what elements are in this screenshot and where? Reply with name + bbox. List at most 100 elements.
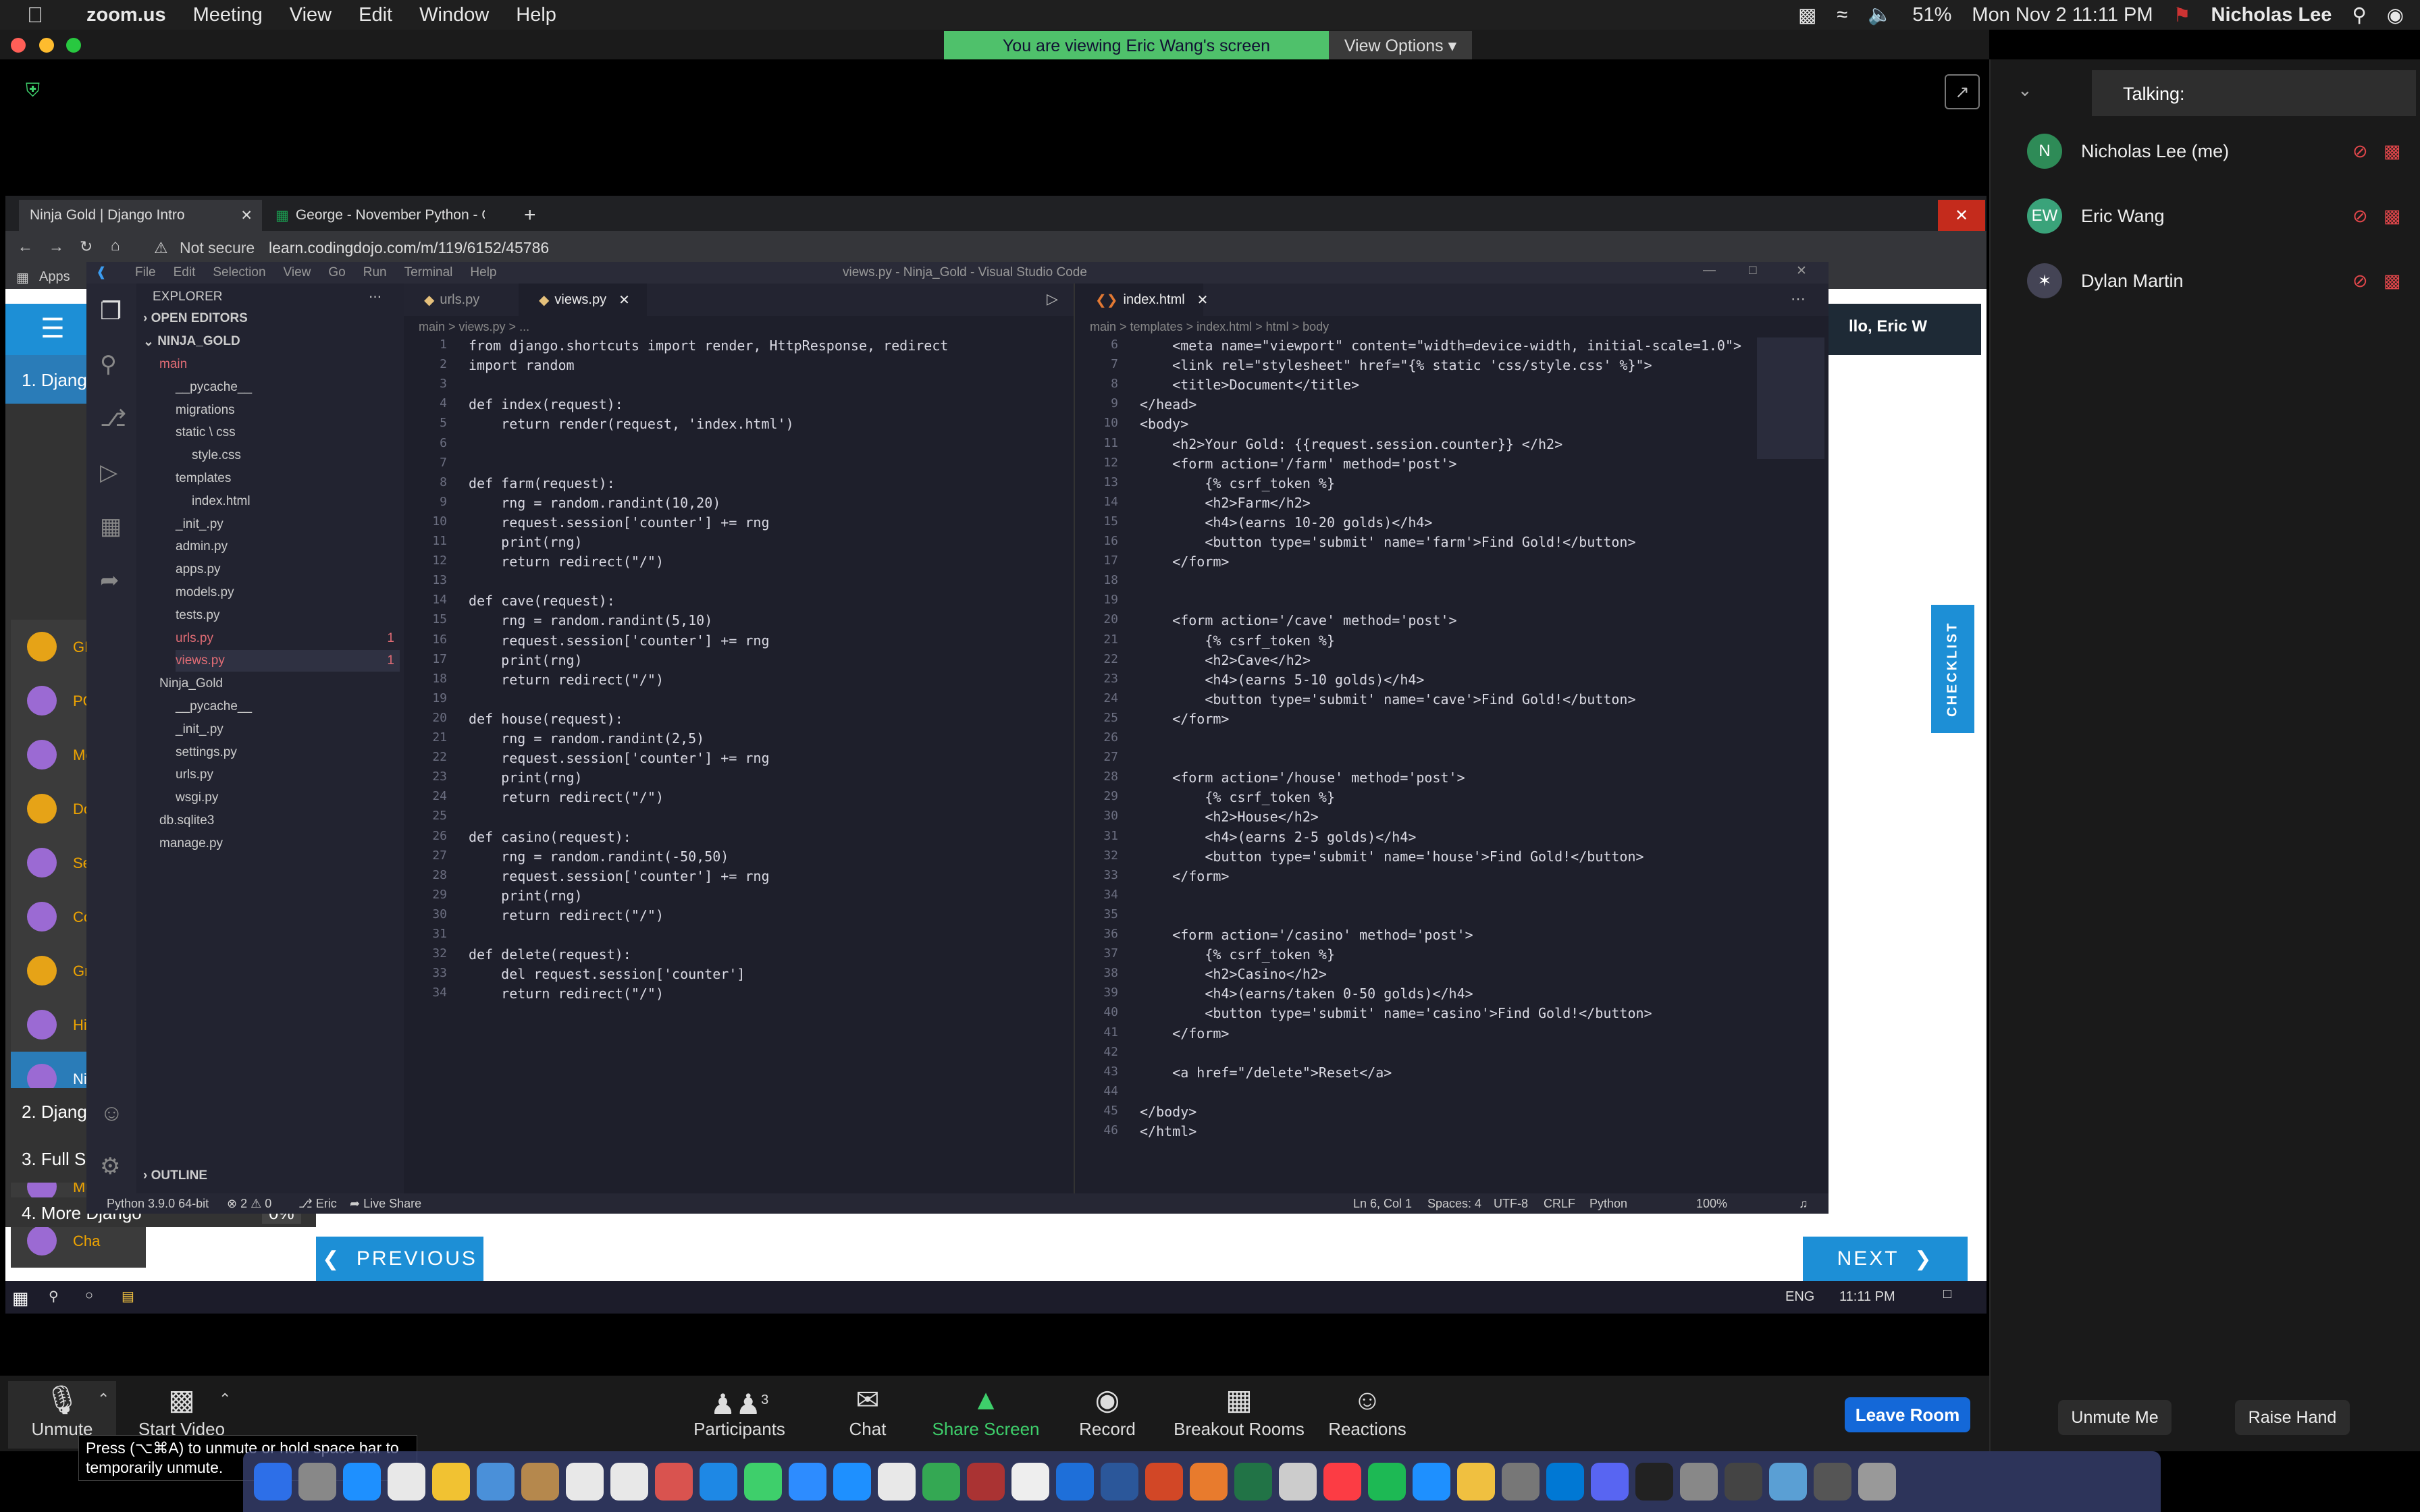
code-line[interactable]: {% csrf_token %} — [1140, 475, 1335, 491]
outline-section[interactable]: › OUTLINE — [143, 1165, 207, 1187]
code-line[interactable]: {% csrf_token %} — [1140, 632, 1335, 649]
leave-room-button[interactable]: Leave Room — [1845, 1397, 1970, 1432]
participant-row[interactable]: N Nicholas Lee (me) ⊘ ▩ — [2027, 131, 2405, 171]
code-line[interactable]: def house(request): — [469, 711, 623, 727]
reload-icon[interactable]: ↻ — [80, 238, 93, 256]
unmute-me-button[interactable]: Unmute Me — [2058, 1400, 2172, 1435]
dock-app-icon[interactable] — [432, 1463, 470, 1501]
code-line[interactable]: <button type='submit' name='farm'>Find G… — [1140, 534, 1635, 550]
reactions-button[interactable]: ☺ Reactions — [1317, 1381, 1418, 1449]
file-tree-item[interactable]: db.sqlite3 — [159, 810, 400, 832]
siri-icon[interactable]: ◉ — [2387, 3, 2404, 27]
dock-app-icon[interactable] — [1457, 1463, 1495, 1501]
dock-app-icon[interactable] — [1680, 1463, 1718, 1501]
code-line[interactable]: <h4>(earns 10-20 golds)</h4> — [1140, 514, 1432, 531]
menu-view[interactable]: View — [290, 4, 332, 26]
code-line[interactable]: print(rng) — [469, 888, 582, 904]
open-editors-section[interactable]: › OPEN EDITORS — [143, 308, 248, 329]
code-line[interactable]: print(rng) — [469, 534, 582, 550]
browser-tab-george[interactable]: ▦ George - November Python - Go — [265, 200, 505, 231]
code-line[interactable]: print(rng) — [469, 770, 582, 786]
code-line[interactable]: </form> — [1140, 711, 1229, 727]
previous-button[interactable]: ❮ PREVIOUS — [316, 1237, 483, 1281]
dock-app-icon[interactable] — [298, 1463, 336, 1501]
code-line[interactable]: return redirect("/") — [469, 672, 664, 688]
close-tab-icon[interactable]: ✕ — [240, 207, 253, 224]
wifi-icon[interactable]: ≈ — [1837, 4, 1847, 26]
code-line[interactable]: rng = random.randint(5,10) — [469, 612, 712, 628]
run-debug-icon[interactable]: ▷ — [100, 459, 117, 486]
code-line[interactable]: rng = random.randint(2,5) — [469, 730, 704, 747]
code-line[interactable]: {% csrf_token %} — [1140, 946, 1335, 963]
fullscreen-window-button[interactable] — [66, 38, 81, 53]
dock-app-icon[interactable] — [1858, 1463, 1896, 1501]
dock-app-icon[interactable] — [789, 1463, 826, 1501]
browser-tab-ninja-gold[interactable]: Ninja Gold | Django Intro ✕ — [19, 200, 262, 231]
file-tree-item[interactable]: settings.py — [176, 742, 400, 763]
file-tree-item[interactable]: main — [159, 354, 400, 375]
code-line[interactable]: <h2>Farm</h2> — [1140, 495, 1311, 511]
dock-app-icon[interactable] — [388, 1463, 425, 1501]
spotlight-search-icon[interactable]: ⚲ — [2352, 3, 2366, 27]
dock-app-icon[interactable] — [1725, 1463, 1762, 1501]
dock-app-icon[interactable] — [744, 1463, 782, 1501]
file-tree-item[interactable]: migrations — [176, 400, 400, 421]
tab-urls-py[interactable]: ◆ urls.py — [404, 284, 519, 316]
code-line[interactable]: <h2>Cave</h2> — [1140, 652, 1311, 668]
dock-app-icon[interactable] — [878, 1463, 916, 1501]
action-center-icon[interactable]: □ — [1943, 1287, 1951, 1302]
taskbar-lang[interactable]: ENG — [1785, 1289, 1814, 1305]
vscode-menu-selection[interactable]: Selection — [213, 265, 265, 280]
video-options-caret-icon[interactable]: ⌃ — [219, 1390, 231, 1408]
url-text[interactable]: learn.codingdojo.com/m/119/6152/45786 — [269, 239, 549, 257]
code-line[interactable]: <h2>House</h2> — [1140, 809, 1319, 825]
code-line[interactable]: <h4>(earns 5-10 golds)</h4> — [1140, 672, 1424, 688]
code-line[interactable]: def casino(request): — [469, 829, 631, 845]
dock-app-icon[interactable] — [1635, 1463, 1673, 1501]
vscode-menu-file[interactable]: File — [135, 265, 156, 280]
code-line[interactable]: from django.shortcuts import render, Htt… — [469, 338, 948, 354]
dock-app-icon[interactable] — [1814, 1463, 1851, 1501]
dock-app-icon[interactable] — [967, 1463, 1005, 1501]
code-line[interactable]: <meta name="viewport" content="width=dev… — [1140, 338, 1741, 354]
user-name[interactable]: Nicholas Lee — [2211, 4, 2332, 26]
dock-app-icon[interactable] — [1591, 1463, 1629, 1501]
code-line[interactable]: return render(request, 'index.html') — [469, 416, 793, 432]
participants-button[interactable]: ♟♟3 Participants — [682, 1381, 797, 1449]
code-line[interactable]: <form action='/casino' method='post'> — [1140, 927, 1473, 943]
dock-app-icon[interactable] — [477, 1463, 515, 1501]
code-line[interactable]: <button type='submit' name='house'>Find … — [1140, 848, 1643, 865]
vscode-menu-help[interactable]: Help — [470, 265, 496, 280]
dock-app-icon[interactable] — [1769, 1463, 1807, 1501]
vscode-menu-terminal[interactable]: Terminal — [404, 265, 453, 280]
code-line[interactable]: print(rng) — [469, 652, 582, 668]
code-line[interactable]: </head> — [1140, 396, 1196, 412]
dock-app-icon[interactable] — [1011, 1463, 1049, 1501]
record-button[interactable]: ◉ Record — [1053, 1381, 1161, 1449]
dock-app-icon[interactable] — [1101, 1463, 1138, 1501]
dock-app-icon[interactable] — [1279, 1463, 1317, 1501]
code-line[interactable]: return redirect("/") — [469, 554, 664, 570]
code-line[interactable]: <a href="/delete">Reset</a> — [1140, 1064, 1392, 1081]
file-tree-item[interactable]: apps.py — [176, 559, 400, 580]
hello-user[interactable]: llo, Eric W — [1849, 317, 1927, 336]
code-line[interactable]: <h4>(earns/taken 0-50 golds)</h4> — [1140, 986, 1473, 1002]
back-icon[interactable]: ← — [18, 238, 33, 256]
participant-row[interactable]: ✶ Dylan Martin ⊘ ▩ — [2027, 261, 2405, 301]
share-screen-button[interactable]: ▲ Share Screen — [925, 1381, 1047, 1449]
file-tree-item[interactable]: index.html — [192, 491, 400, 512]
code-line[interactable]: rng = random.randint(-50,50) — [469, 848, 729, 865]
menu-meeting[interactable]: Meeting — [193, 4, 263, 26]
file-tree-item[interactable]: _init_.py — [176, 719, 400, 740]
breakout-rooms-button[interactable]: ▦ Breakout Rooms — [1168, 1381, 1310, 1449]
code-line[interactable]: def delete(request): — [469, 946, 631, 963]
expand-icon[interactable]: ↗ — [1945, 74, 1980, 109]
code-line[interactable]: request.session['counter'] += rng — [469, 514, 769, 531]
chat-button[interactable]: ✉ Chat — [817, 1381, 918, 1449]
minimap[interactable] — [1757, 338, 1824, 459]
tab-index-html[interactable]: ❮❯ index.html ✕ — [1075, 284, 1208, 316]
run-file-icon[interactable]: ▷ — [1047, 290, 1058, 308]
editor-more-icon[interactable]: ⋯ — [1791, 290, 1806, 308]
code-line[interactable]: del request.session['counter'] — [469, 966, 745, 982]
browser-close-button[interactable]: ✕ — [1938, 200, 1985, 231]
